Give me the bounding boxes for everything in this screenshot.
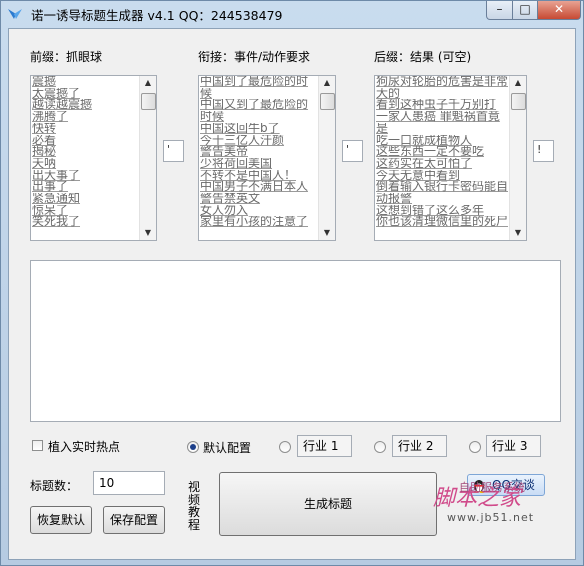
scroll-up-icon[interactable]: ▲ — [510, 76, 526, 90]
industry-3-field[interactable]: 行业 3 — [486, 435, 541, 457]
list-item[interactable]: 中国到了最危险的时 — [200, 76, 318, 88]
scroll-down-icon[interactable]: ▼ — [140, 226, 156, 240]
suffix-listbox[interactable]: 狗尿对轮胎的危害是非常 大的 看到这种虫子千万别打 一家人患癌 罪魁祸首竟是吃一口就成… — [374, 75, 527, 241]
industry-3-radio[interactable] — [469, 441, 481, 453]
output-textarea[interactable] — [30, 260, 561, 422]
list-item[interactable]: 今十三亿人汗颜 — [200, 135, 318, 147]
industry-2-field[interactable]: 行业 2 — [392, 435, 447, 457]
list-item[interactable]: 震撼 — [32, 76, 139, 88]
list-item[interactable]: 不转不是中国人！ — [200, 170, 318, 182]
list-item[interactable]: 候 — [200, 88, 318, 100]
prefix-label: 前缀：抓眼球 — [30, 50, 103, 64]
list-item[interactable]: 少将荷回美国 — [200, 158, 318, 170]
list-item[interactable]: 沸腾了 — [32, 111, 139, 123]
watermark-url: www.jb51.net — [447, 511, 535, 524]
maximize-button[interactable]: □ — [512, 1, 538, 20]
list-item[interactable]: 天呐 — [32, 158, 139, 170]
list-item[interactable]: 吃一口就成植物人 — [376, 135, 509, 147]
list-item[interactable]: 中国男子不满日本人 — [200, 181, 318, 193]
suffix-scrollbar[interactable]: ▲ ▼ — [509, 76, 526, 240]
list-item[interactable]: 你也该清理微信里的死尸 — [376, 216, 509, 228]
suffix-side-field[interactable]: ! — [533, 140, 554, 162]
middle-scrollbar[interactable]: ▲ ▼ — [318, 76, 335, 240]
suffix-list-items: 狗尿对轮胎的危害是非常 大的 看到这种虫子千万别打 一家人患癌 罪魁祸首竟是吃一口就成… — [376, 76, 509, 228]
list-item[interactable]: 警告美帝 — [200, 146, 318, 158]
window-title: 诺一诱导标题生成器 v4.1 QQ：244538479 — [31, 8, 283, 23]
list-item[interactable]: 中国又到了最危险的 — [200, 99, 318, 111]
list-item[interactable]: 倒着输入银行卡密码能自 — [376, 181, 509, 193]
list-item[interactable]: 快转 — [32, 123, 139, 135]
scroll-thumb[interactable] — [320, 93, 335, 110]
list-item[interactable]: 揭秘 — [32, 146, 139, 158]
scroll-thumb[interactable] — [141, 93, 156, 110]
scroll-up-icon[interactable]: ▲ — [140, 76, 156, 90]
list-item[interactable]: 女人勿入 — [200, 205, 318, 217]
app-window: 诺一诱导标题生成器 v4.1 QQ：244538479 – □ ✕ 前缀：抓眼球… — [0, 0, 584, 566]
middle-listbox[interactable]: 中国到了最危险的时候中国又到了最危险的 时候 中国这回牛b了 今十三亿人汗颜 警告美帝少… — [198, 75, 336, 241]
scroll-thumb[interactable] — [511, 93, 526, 110]
list-item[interactable]: 大的 — [376, 88, 509, 100]
default-config-label: 默认配置 — [203, 441, 252, 455]
title-bar[interactable]: 诺一诱导标题生成器 v4.1 QQ：244538479 – □ ✕ — [1, 1, 583, 27]
realtime-hot-checkbox[interactable] — [32, 440, 43, 451]
list-item[interactable]: 越读越震撼 — [32, 99, 139, 111]
video-tutorial-link[interactable]: 视频教程 — [187, 481, 201, 531]
list-item[interactable]: 看到这种虫子千万别打 — [376, 99, 509, 111]
list-item[interactable]: 紧急通知 — [32, 193, 139, 205]
realtime-hot-label: 植入实时热点 — [48, 440, 121, 454]
scroll-down-icon[interactable]: ▼ — [510, 226, 526, 240]
scroll-down-icon[interactable]: ▼ — [319, 226, 335, 240]
list-item[interactable]: 警告禁英文 — [200, 193, 318, 205]
default-config-radio[interactable] — [187, 441, 199, 453]
list-item[interactable]: 出大事了 — [32, 170, 139, 182]
list-item[interactable]: 中国这回牛b了 — [200, 123, 318, 135]
list-item[interactable]: 动报警 — [376, 193, 509, 205]
title-count-input[interactable]: 10 — [93, 471, 165, 495]
title-count-label: 标题数： — [30, 479, 79, 493]
list-item[interactable]: 这些东西一定不要吃 — [376, 146, 509, 158]
prefix-list-items: 震撼 太震撼了 越读越震撼 沸腾了 快转 必看 揭秘 天呐 出大事了 出事了 紧急通知 惊呆了 笑死我了 — [32, 76, 139, 228]
restore-default-button[interactable]: 恢复默认 — [30, 506, 92, 534]
list-item[interactable]: 是 — [376, 123, 509, 135]
watermark-tagline: 自助服务系统 — [459, 481, 525, 494]
app-icon — [8, 9, 22, 19]
middle-side-field[interactable]: ' — [342, 140, 363, 162]
list-item[interactable]: 狗尿对轮胎的危害是非常 — [376, 76, 509, 88]
prefix-scrollbar[interactable]: ▲ ▼ — [139, 76, 156, 240]
save-config-button[interactable]: 保存配置 — [103, 506, 165, 534]
list-item[interactable]: 笑死我了 — [32, 216, 139, 228]
list-item[interactable]: 太震撼了 — [32, 88, 139, 100]
close-button[interactable]: ✕ — [537, 1, 581, 20]
generate-titles-button[interactable]: 生成标题 — [219, 472, 437, 536]
list-item[interactable]: 这药实在太可怕了 — [376, 158, 509, 170]
industry-1-field[interactable]: 行业 1 — [297, 435, 352, 457]
list-item[interactable]: 这想到错了这么多年 — [376, 205, 509, 217]
suffix-label: 后缀：结果 (可空) — [374, 50, 472, 64]
prefix-listbox[interactable]: 震撼 太震撼了 越读越震撼 沸腾了 快转 必看 揭秘 天呐 出大事了 出事了 紧急通知 惊呆了 笑死我了… — [30, 75, 157, 241]
list-item[interactable]: 时候 — [200, 111, 318, 123]
industry-1-radio[interactable] — [279, 441, 291, 453]
list-item[interactable]: 出事了 — [32, 181, 139, 193]
middle-list-items: 中国到了最危险的时候中国又到了最危险的 时候 中国这回牛b了 今十三亿人汗颜 警告美帝少… — [200, 76, 318, 228]
list-item[interactable]: 今天无意中看到 — [376, 170, 509, 182]
scroll-up-icon[interactable]: ▲ — [319, 76, 335, 90]
prefix-side-field[interactable]: ' — [163, 140, 184, 162]
list-item[interactable]: 惊呆了 — [32, 205, 139, 217]
industry-2-radio[interactable] — [374, 441, 386, 453]
list-item[interactable]: 一家人患癌 罪魁祸首竟 — [376, 111, 509, 123]
list-item[interactable]: 必看 — [32, 135, 139, 147]
minimize-button[interactable]: – — [486, 1, 513, 20]
list-item[interactable]: 家里有小孩的注意了 — [200, 216, 318, 228]
middle-label: 衔接：事件/动作要求 — [198, 50, 311, 64]
